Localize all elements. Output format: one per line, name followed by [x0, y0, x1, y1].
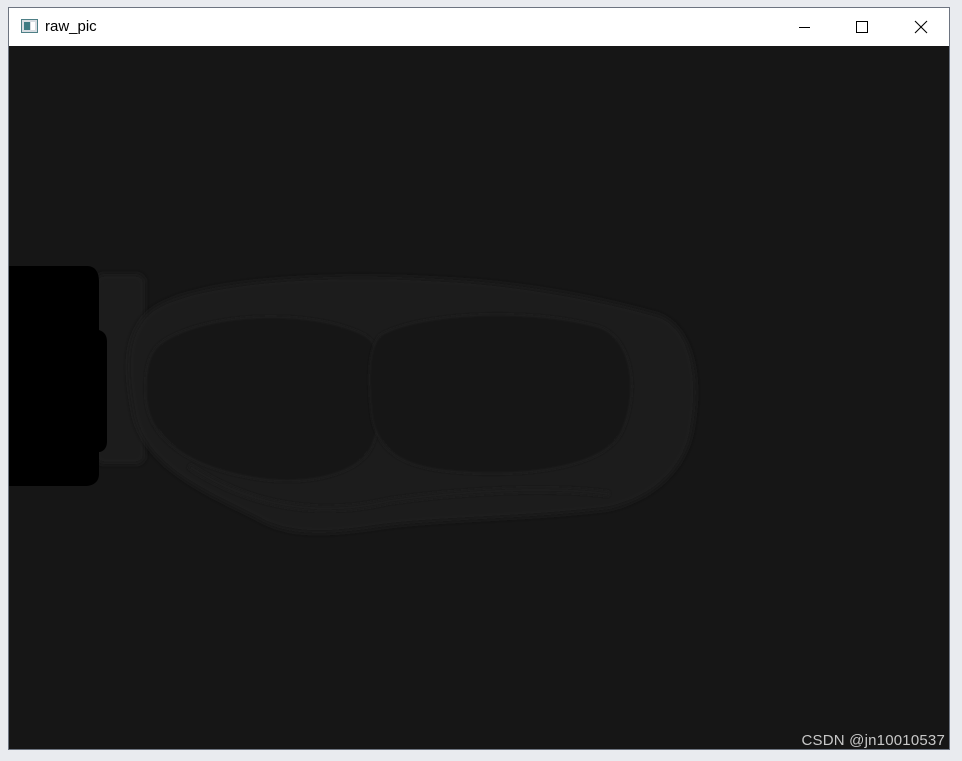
maximize-button[interactable]	[833, 8, 891, 46]
window-title: raw_pic	[45, 18, 97, 35]
close-icon	[914, 20, 928, 34]
watermark-text: CSDN @jn10010537	[801, 732, 945, 749]
app-icon	[21, 19, 38, 33]
maximize-icon	[856, 21, 868, 33]
image-canvas[interactable]: CSDN @jn10010537	[9, 46, 949, 749]
goggles-image	[9, 46, 949, 749]
minimize-button[interactable]	[775, 8, 833, 46]
minimize-icon	[799, 27, 810, 28]
image-window[interactable]: raw_pic CSDN @jn10010537	[8, 7, 950, 750]
close-button[interactable]	[891, 8, 949, 46]
title-bar[interactable]: raw_pic	[9, 8, 949, 46]
